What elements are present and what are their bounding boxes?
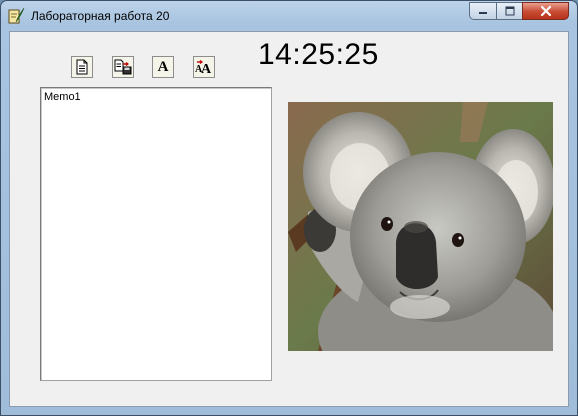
- clock-label: 14:25:25: [258, 38, 379, 71]
- window-title: Лабораторная работа 20: [31, 9, 170, 23]
- save-document-button[interactable]: [112, 56, 134, 78]
- minimize-icon: [479, 12, 487, 14]
- memo-field[interactable]: Memo1: [40, 87, 272, 381]
- minimize-button[interactable]: [469, 2, 497, 20]
- close-icon: [540, 5, 551, 17]
- maximize-button[interactable]: [496, 2, 523, 20]
- maximize-icon: [505, 6, 514, 16]
- font-size-button[interactable]: A A: [193, 56, 215, 78]
- document-icon: [76, 59, 88, 75]
- title-bar[interactable]: Лабораторная работа 20: [1, 1, 577, 31]
- save-document-icon: [114, 59, 132, 75]
- font-size-icon: A A: [195, 60, 212, 75]
- koala-photo: [288, 102, 553, 351]
- memo-text: Memo1: [44, 91, 81, 103]
- close-button[interactable]: [522, 2, 569, 20]
- app-feather-icon[interactable]: [7, 7, 25, 25]
- font-icon: A: [157, 58, 169, 75]
- new-document-button[interactable]: [71, 56, 93, 78]
- font-button[interactable]: A: [152, 56, 174, 78]
- svg-text:A: A: [201, 62, 212, 75]
